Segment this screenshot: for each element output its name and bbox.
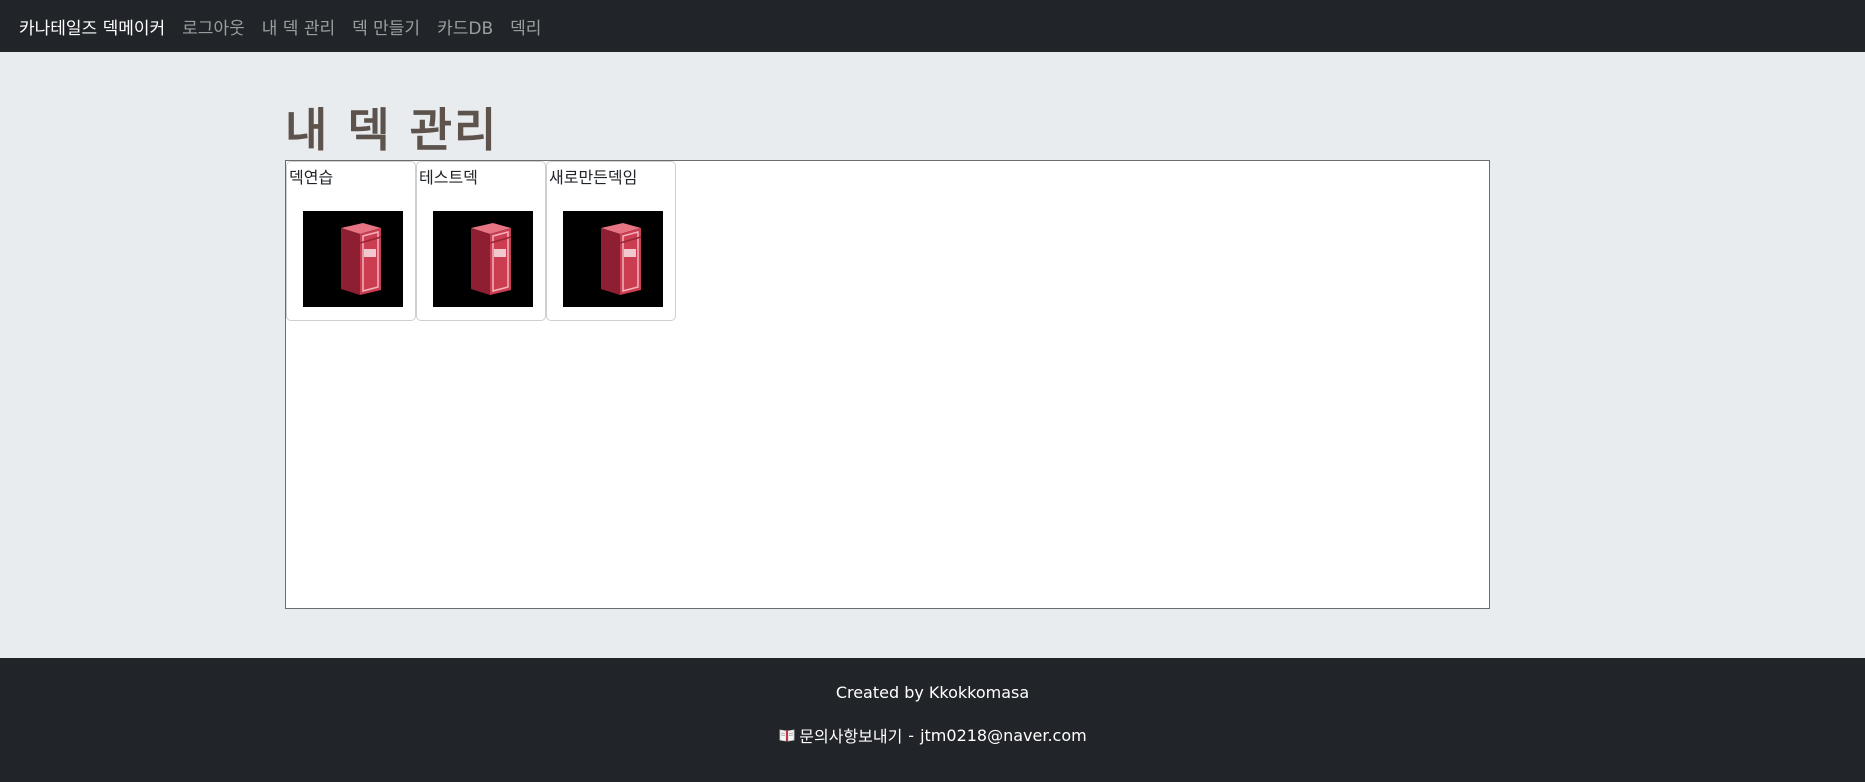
deck-list-panel: 덱연습 테스트덱 새로만든덱임 bbox=[285, 160, 1490, 609]
nav-create-deck[interactable]: 덱 만들기 bbox=[352, 14, 420, 39]
contact-email: jtm0218@naver.com bbox=[920, 725, 1087, 745]
contact-link[interactable]: 문의사항보내기 - jtm0218@naver.com bbox=[778, 723, 1087, 747]
nav-deck-list[interactable]: 덱리 bbox=[510, 14, 541, 39]
deck-card[interactable]: 테스트덱 bbox=[416, 161, 546, 321]
main-content: 내 덱 관리 덱연습 테스트덱 새로만든덱임 bbox=[285, 98, 1490, 609]
contact-label: 문의사항보내기 bbox=[799, 727, 903, 746]
deck-card[interactable]: 새로만든덱임 bbox=[546, 161, 676, 321]
deck-box-icon bbox=[433, 211, 533, 307]
deck-card[interactable]: 덱연습 bbox=[286, 161, 416, 321]
deck-name: 덱연습 bbox=[289, 168, 334, 187]
open-book-icon bbox=[778, 727, 796, 743]
footer-contact: 문의사항보내기 - jtm0218@naver.com bbox=[0, 723, 1865, 747]
deck-name: 테스트덱 bbox=[419, 168, 478, 187]
nav-my-decks[interactable]: 내 덱 관리 bbox=[262, 14, 335, 39]
top-navbar: 카나테일즈 덱메이커 로그아웃 내 덱 관리 덱 만들기 카드DB 덱리 bbox=[0, 0, 1865, 52]
page-footer: Created by Kkokkomasa 문의사항보내기 - jtm0218@… bbox=[0, 658, 1865, 782]
nav-card-db[interactable]: 카드DB bbox=[437, 14, 493, 39]
brand-link[interactable]: 카나테일즈 덱메이커 bbox=[19, 14, 165, 39]
nav-logout[interactable]: 로그아웃 bbox=[182, 14, 245, 39]
footer-credit: Created by Kkokkomasa bbox=[835, 683, 1030, 702]
page-title: 내 덱 관리 bbox=[285, 103, 499, 157]
deck-box-icon bbox=[303, 211, 403, 307]
deck-box-icon bbox=[563, 211, 663, 307]
contact-separator: - bbox=[908, 725, 915, 745]
deck-name: 새로만든덱임 bbox=[549, 168, 638, 187]
